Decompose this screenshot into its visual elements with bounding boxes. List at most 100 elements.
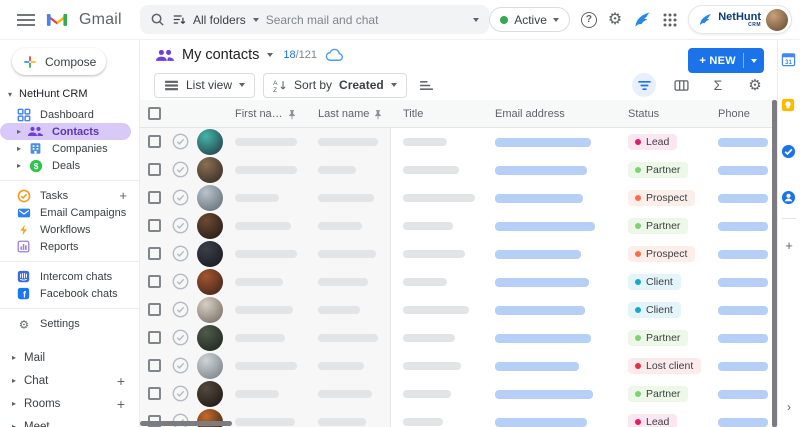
sort-direction-button[interactable] (415, 73, 439, 97)
help-icon[interactable]: ? (581, 12, 597, 28)
horizontal-scrollbar[interactable] (140, 421, 232, 426)
gcontacts-icon[interactable] (781, 190, 797, 206)
contact-avatar[interactable] (197, 129, 223, 155)
keep-icon[interactable] (781, 98, 797, 114)
status-badge[interactable]: Prospect (628, 190, 695, 206)
row-select-check-icon[interactable] (172, 217, 189, 234)
contact-avatar[interactable] (197, 213, 223, 239)
contact-avatar[interactable] (197, 353, 223, 379)
status-badge[interactable]: Lead (628, 414, 677, 427)
google-apps-grid-icon[interactable] (663, 13, 677, 27)
row-select-check-icon[interactable] (172, 161, 189, 178)
cloud-sync-icon[interactable] (325, 48, 344, 62)
hamburger-menu-icon[interactable] (17, 13, 35, 27)
row-checkbox[interactable] (148, 303, 161, 316)
sidebar-item-deals[interactable]: ▸$Deals (0, 157, 139, 174)
add-chat-button[interactable]: + (117, 373, 125, 389)
row-select-check-icon[interactable] (172, 245, 189, 262)
column-header-title[interactable]: Title (403, 108, 423, 120)
sidebar-item-dashboard[interactable]: Dashboard (0, 106, 139, 123)
expand-caret-icon[interactable]: ▸ (12, 422, 21, 427)
expand-caret-icon[interactable]: ▸ (14, 144, 24, 153)
table-row[interactable]: Prospect (140, 240, 777, 268)
search-icon[interactable] (150, 12, 165, 27)
get-addons-button[interactable]: + (778, 238, 800, 253)
row-select-check-icon[interactable] (172, 273, 189, 290)
sidebar-item-chat[interactable]: ▸Chat+ (0, 369, 139, 392)
sidebar-item-mail[interactable]: ▸Mail (0, 346, 139, 369)
status-badge[interactable]: Partner (628, 218, 688, 234)
view-mode-button[interactable]: List view (154, 73, 255, 98)
contact-avatar[interactable] (197, 297, 223, 323)
row-checkbox[interactable] (148, 163, 161, 176)
pin-icon[interactable] (288, 109, 296, 120)
sidebar-item-contacts[interactable]: ▸Contacts (0, 123, 131, 140)
vertical-scrollbar[interactable] (772, 100, 777, 427)
status-badge[interactable]: Prospect (628, 246, 695, 262)
contact-avatar[interactable] (197, 157, 223, 183)
compose-button[interactable]: Compose (12, 48, 106, 75)
column-header-last-name[interactable]: Last name (318, 108, 382, 120)
table-row[interactable]: Lead (140, 408, 777, 427)
table-row[interactable]: Prospect (140, 184, 777, 212)
search-scope-label[interactable]: All folders (193, 13, 246, 27)
row-checkbox[interactable] (148, 275, 161, 288)
row-select-check-icon[interactable] (172, 329, 189, 346)
settings-gear-icon[interactable]: ⚙ (608, 12, 622, 28)
search-input[interactable] (266, 13, 467, 27)
table-row[interactable]: Partner (140, 156, 777, 184)
calendar-icon[interactable]: 31 (781, 52, 797, 68)
sidebar-section-nethunt-crm[interactable]: ▾ NetHunt CRM (0, 85, 139, 103)
table-row[interactable]: Lost client (140, 352, 777, 380)
row-checkbox[interactable] (148, 247, 161, 260)
sidebar-item-reports[interactable]: Reports (0, 238, 139, 255)
gtasks-icon[interactable] (781, 144, 797, 160)
row-select-check-icon[interactable] (172, 385, 189, 402)
row-checkbox[interactable] (148, 219, 161, 232)
contact-avatar[interactable] (197, 185, 223, 211)
row-select-check-icon[interactable] (172, 189, 189, 206)
formula-button[interactable]: Σ (706, 73, 730, 97)
select-all-checkbox[interactable] (148, 107, 161, 120)
table-row[interactable]: Partner (140, 380, 777, 408)
expand-caret-icon[interactable]: ▸ (14, 127, 24, 136)
table-row[interactable]: Lead (140, 128, 777, 156)
row-select-check-icon[interactable] (172, 357, 189, 374)
sidebar-item-settings[interactable]: ⚙Settings (0, 315, 139, 332)
status-badge[interactable]: Lost client (628, 358, 701, 374)
status-badge[interactable]: Lead (628, 134, 677, 150)
sidebar-item-intercom-chats[interactable]: Intercom chats (0, 268, 139, 285)
row-checkbox[interactable] (148, 135, 161, 148)
manage-columns-button[interactable] (669, 73, 693, 97)
search-bar[interactable]: All folders (140, 5, 489, 34)
gmail-logo-icon[interactable] (46, 11, 68, 28)
table-settings-button[interactable]: ⚙ (743, 73, 767, 97)
status-badge[interactable]: Partner (628, 162, 688, 178)
table-row[interactable]: Partner (140, 212, 777, 240)
contact-avatar[interactable] (197, 325, 223, 351)
search-options-caret-icon[interactable] (473, 18, 479, 22)
contact-avatar[interactable] (197, 381, 223, 407)
filter-button[interactable] (632, 73, 656, 97)
row-select-check-icon[interactable] (172, 301, 189, 318)
contact-avatar[interactable] (197, 241, 223, 267)
add-rooms-button[interactable]: + (117, 396, 125, 412)
expand-caret-icon[interactable]: ▸ (14, 161, 24, 170)
status-badge[interactable]: Partner (628, 330, 688, 346)
search-scope-caret-icon[interactable] (253, 18, 259, 22)
column-header-phone[interactable]: Phone (718, 108, 750, 120)
nethunt-logo-icon[interactable] (633, 10, 652, 29)
contact-avatar[interactable] (197, 269, 223, 295)
availability-status-button[interactable]: Active (489, 7, 570, 32)
table-row[interactable]: Partner (140, 324, 777, 352)
row-select-check-icon[interactable] (172, 133, 189, 150)
sidebar-item-rooms[interactable]: ▸Rooms+ (0, 392, 139, 415)
status-badge[interactable]: Client (628, 302, 681, 318)
new-button-caret-icon[interactable] (751, 59, 757, 63)
sidebar-item-facebook-chats[interactable]: fFacebook chats (0, 285, 139, 302)
status-badge[interactable]: Partner (628, 386, 688, 402)
view-title-caret-icon[interactable] (267, 53, 273, 57)
expand-caret-icon[interactable]: ▸ (12, 399, 21, 408)
sort-button[interactable]: AZ Sort by Created (263, 73, 407, 98)
expand-caret-icon[interactable]: ▸ (12, 376, 21, 385)
